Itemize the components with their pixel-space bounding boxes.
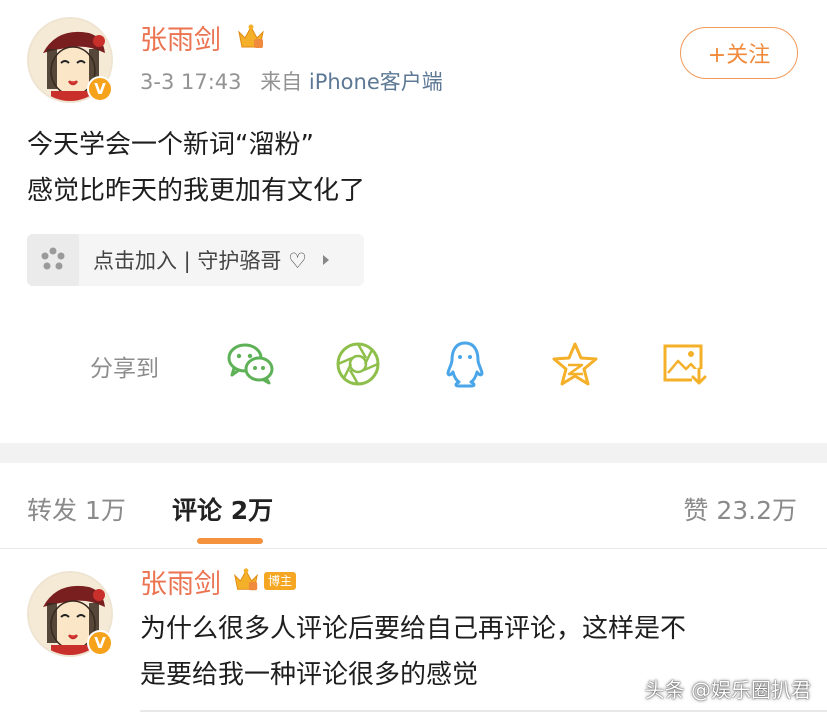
- tab-repost[interactable]: 转发 1万: [27, 491, 126, 527]
- source-prefix: 来自: [260, 70, 303, 94]
- comment-text-line1: 为什么很多人评论后要给自己再评论，这样是不: [140, 614, 687, 644]
- share-label: 分享到: [90, 356, 159, 382]
- active-tab-indicator: [197, 538, 263, 544]
- qzone-icon[interactable]: [551, 341, 599, 391]
- save-image-icon[interactable]: [662, 341, 708, 391]
- comment-text: 为什么很多人评论后要给自己再评论，这样是不 是要给我一种评论很多的感觉: [140, 606, 686, 698]
- verified-badge-icon: V: [87, 630, 113, 656]
- comment-bottom-border: [140, 710, 827, 712]
- post-content-line1: 今天学会一个新词“溜粉”: [27, 130, 314, 160]
- post-time: 3-3 17:43: [140, 70, 242, 94]
- watermark-text: 头条 @娱乐圈扒君: [644, 678, 811, 702]
- tab-comments[interactable]: 评论 2万: [172, 491, 273, 527]
- comment-username[interactable]: 张雨剑: [140, 562, 221, 601]
- qq-icon[interactable]: [443, 340, 487, 392]
- post-source-link[interactable]: iPhone客户端: [309, 70, 443, 94]
- post-content-line2: 感觉比昨天的我更加有文化了: [27, 176, 366, 206]
- supertopic-chip[interactable]: 点击加入 | 守护骆哥 ♡: [27, 234, 364, 286]
- post-username[interactable]: 张雨剑: [140, 18, 221, 57]
- follow-button[interactable]: +关注: [680, 27, 798, 79]
- vip-crown-icon: [236, 22, 266, 56]
- post-content: 今天学会一个新词“溜粉” 感觉比昨天的我更加有文化了: [27, 122, 365, 214]
- supertopic-chip-text: 点击加入 | 守护骆哥 ♡: [93, 249, 307, 273]
- supertopic-chip-icon: [27, 234, 79, 286]
- section-divider: [0, 443, 827, 463]
- vip-crown-icon: [232, 566, 260, 598]
- post-meta: 3-3 17:43 来自 iPhone客户端: [140, 66, 443, 96]
- tab-likes[interactable]: 赞 23.2万: [683, 491, 797, 527]
- host-badge: 博主: [264, 572, 297, 590]
- comment-text-line2: 是要给我一种评论很多的感觉: [140, 660, 479, 690]
- chevron-right-icon: [321, 251, 331, 270]
- verified-badge-icon: V: [87, 76, 113, 102]
- moments-icon[interactable]: [335, 341, 381, 391]
- tabs-bottom-border: [0, 548, 827, 549]
- wechat-icon[interactable]: [226, 340, 276, 390]
